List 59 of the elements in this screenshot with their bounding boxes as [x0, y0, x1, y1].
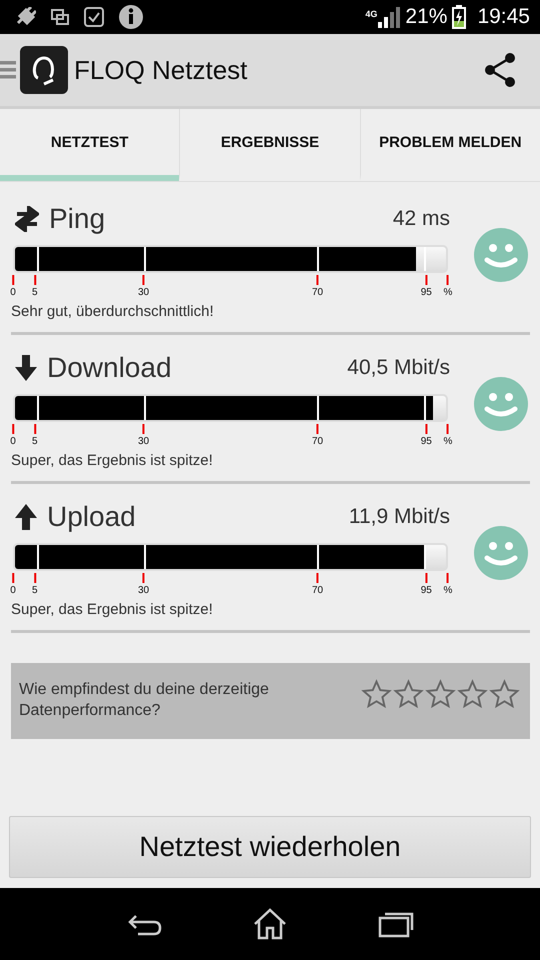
- scale-label: 30: [138, 436, 150, 446]
- metric-name: Download: [47, 352, 172, 384]
- smiley-icon: [474, 526, 528, 580]
- tab[interactable]: NETZTEST: [0, 109, 180, 181]
- scale-label: 5: [32, 286, 38, 298]
- app-logo-icon: [20, 46, 68, 94]
- star-icon[interactable]: [393, 679, 424, 710]
- metric-name: Ping: [49, 202, 106, 234]
- star-icon[interactable]: [361, 679, 392, 710]
- plug-icon: [14, 7, 36, 27]
- scale-label: %: [444, 436, 452, 446]
- metric-reading: 42 ms: [392, 206, 450, 230]
- verdict-text: Super, das Ergebnis ist spitze!: [11, 452, 214, 468]
- rating-question: Wie empfindest du deine derzeitige Datenperformance?: [19, 680, 270, 721]
- share-icon[interactable]: [484, 53, 516, 87]
- checkbox-icon: [84, 7, 104, 27]
- scale-label: 0: [10, 436, 16, 446]
- scale-label: 0: [10, 286, 16, 298]
- scale-label: 70: [312, 286, 324, 298]
- info-icon: [118, 4, 144, 30]
- scale-label: 95: [420, 286, 432, 298]
- windows-icon: [50, 8, 70, 26]
- signal-icon: [378, 6, 400, 28]
- scale-label: %: [444, 286, 452, 298]
- tab[interactable]: PROBLEM MELDEN: [360, 109, 540, 181]
- scale-label: 5: [32, 436, 38, 446]
- scale-label: 30: [138, 584, 150, 596]
- app-title: FLOQ Netztest: [74, 54, 248, 86]
- metric-reading: 11,9 Mbit/s: [348, 504, 450, 528]
- repeat-test-button[interactable]: Netztest wiederholen: [9, 816, 531, 878]
- tab[interactable]: ERGEBNISSE: [179, 109, 360, 181]
- verdict-text: Sehr gut, überdurchschnittlich!: [11, 302, 215, 320]
- star-icon[interactable]: [457, 679, 488, 710]
- clock: 19:45: [477, 5, 530, 29]
- swap-arrows-icon: [15, 206, 39, 232]
- recent-apps-icon[interactable]: [378, 910, 414, 938]
- scale-label: 70: [312, 436, 324, 446]
- battery-icon: [452, 5, 466, 29]
- scale-label: 30: [138, 286, 150, 298]
- home-icon[interactable]: [252, 908, 287, 940]
- metric-reading: 40,5 Mbit/s: [347, 356, 450, 380]
- verdict-text: Super, das Ergebnis ist spitze!: [11, 600, 214, 618]
- metric-name: Upload: [47, 500, 136, 532]
- star-icon[interactable]: [489, 679, 520, 710]
- scale-label: %: [444, 584, 452, 596]
- star-rating[interactable]: [361, 679, 520, 710]
- battery-percent: 21%: [405, 5, 448, 29]
- scale-label: 5: [32, 584, 38, 596]
- back-icon[interactable]: [126, 912, 162, 936]
- scale-label: 0: [10, 584, 16, 596]
- down-arrow-icon: [15, 354, 37, 380]
- smiley-icon: [474, 377, 528, 431]
- smiley-icon: [474, 228, 528, 282]
- scale-label: 95: [420, 584, 432, 596]
- up-arrow-icon: [15, 504, 37, 530]
- network-type: 4G: [365, 9, 378, 19]
- scale-label: 95: [420, 436, 432, 446]
- scale-label: 70: [312, 584, 324, 596]
- star-icon[interactable]: [425, 679, 456, 710]
